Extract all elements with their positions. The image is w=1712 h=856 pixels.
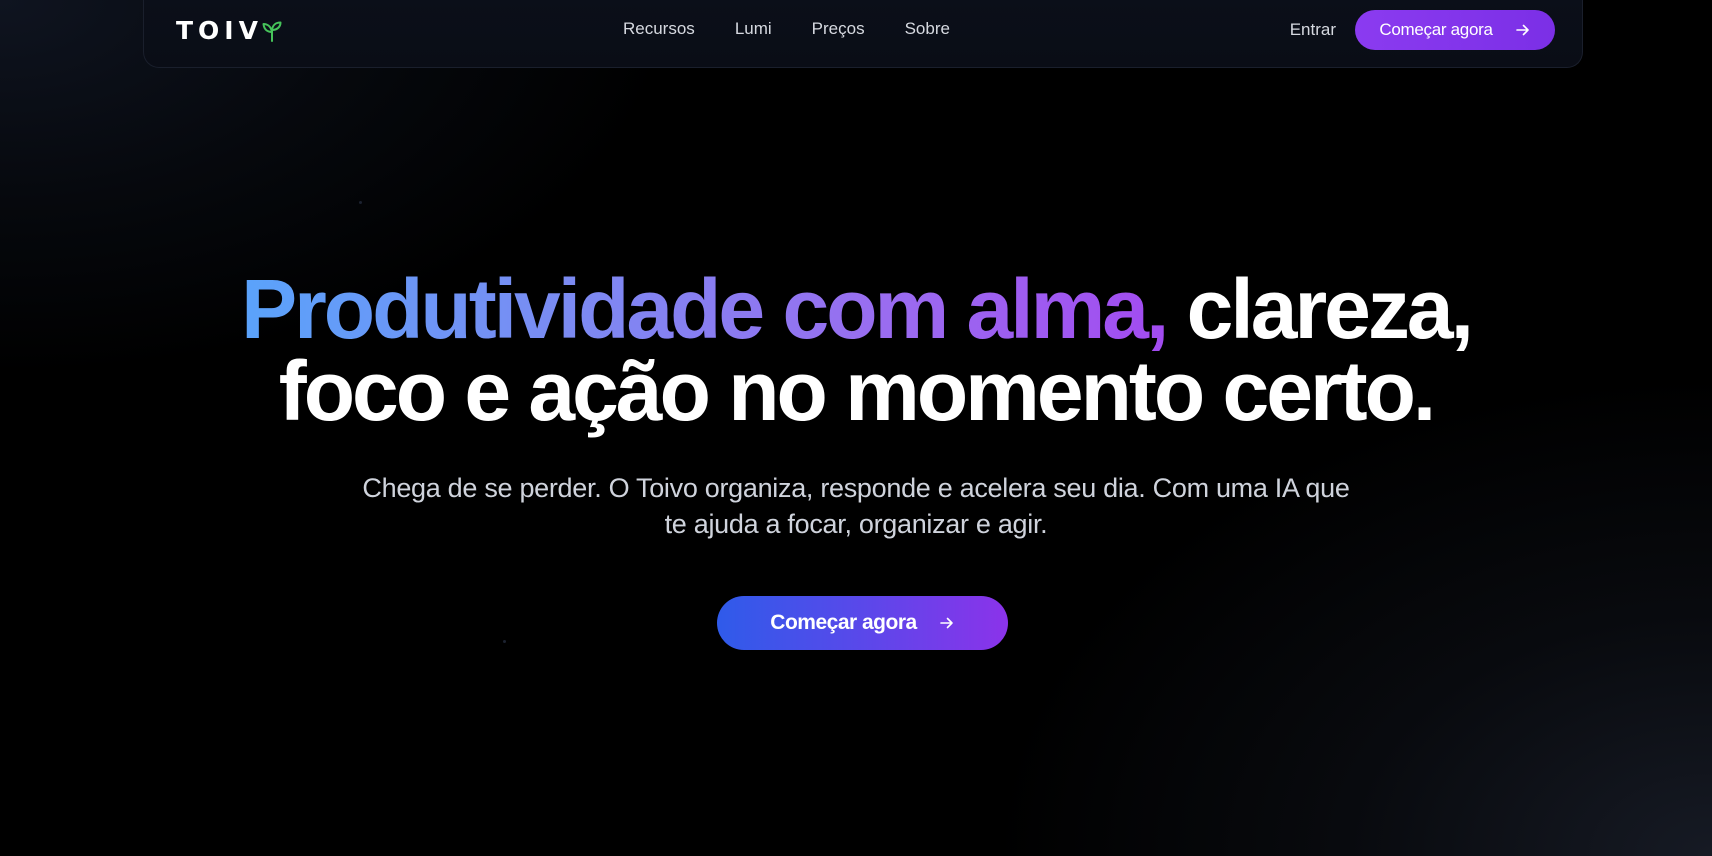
- arrow-right-icon: [1515, 24, 1529, 36]
- top-navbar: TOIV Recursos Lumi Preços Sobre Entrar C…: [143, 0, 1583, 68]
- hero-subtitle: Chega de se perder. O Toivo organiza, re…: [362, 473, 1350, 539]
- arrow-right-icon: [939, 617, 953, 629]
- nav-cta-button[interactable]: Começar agora: [1355, 10, 1555, 50]
- nav-link-recursos[interactable]: Recursos: [623, 19, 695, 39]
- landing-page: TOIV Recursos Lumi Preços Sobre Entrar C…: [0, 0, 1712, 856]
- hero-title-line2: foco e ação no momento certo.: [278, 344, 1437, 438]
- nav-actions: Entrar Começar agora: [1290, 10, 1555, 50]
- nav-cta-label: Começar agora: [1379, 20, 1493, 39]
- nav-link-lumi[interactable]: Lumi: [735, 19, 772, 39]
- hero-title-rest: clareza,: [1166, 262, 1474, 356]
- hero-title-highlight: Produtividade com alma,: [241, 262, 1169, 356]
- login-link[interactable]: Entrar: [1290, 20, 1336, 40]
- nav-links: Recursos Lumi Preços Sobre: [623, 19, 950, 39]
- nav-link-sobre[interactable]: Sobre: [905, 19, 950, 39]
- hero-cta-button[interactable]: Começar agora: [717, 596, 1008, 650]
- decorative-dot: [503, 640, 506, 643]
- sprout-icon: [262, 21, 282, 42]
- brand-logo[interactable]: TOIV: [176, 16, 284, 45]
- decorative-dot: [359, 201, 362, 204]
- hero-title: Produtividade com alma, clareza, foco e …: [0, 267, 1712, 433]
- brand-name: TOIV: [176, 16, 263, 45]
- hero-cta-label: Começar agora: [770, 611, 917, 634]
- nav-link-precos[interactable]: Preços: [812, 19, 865, 39]
